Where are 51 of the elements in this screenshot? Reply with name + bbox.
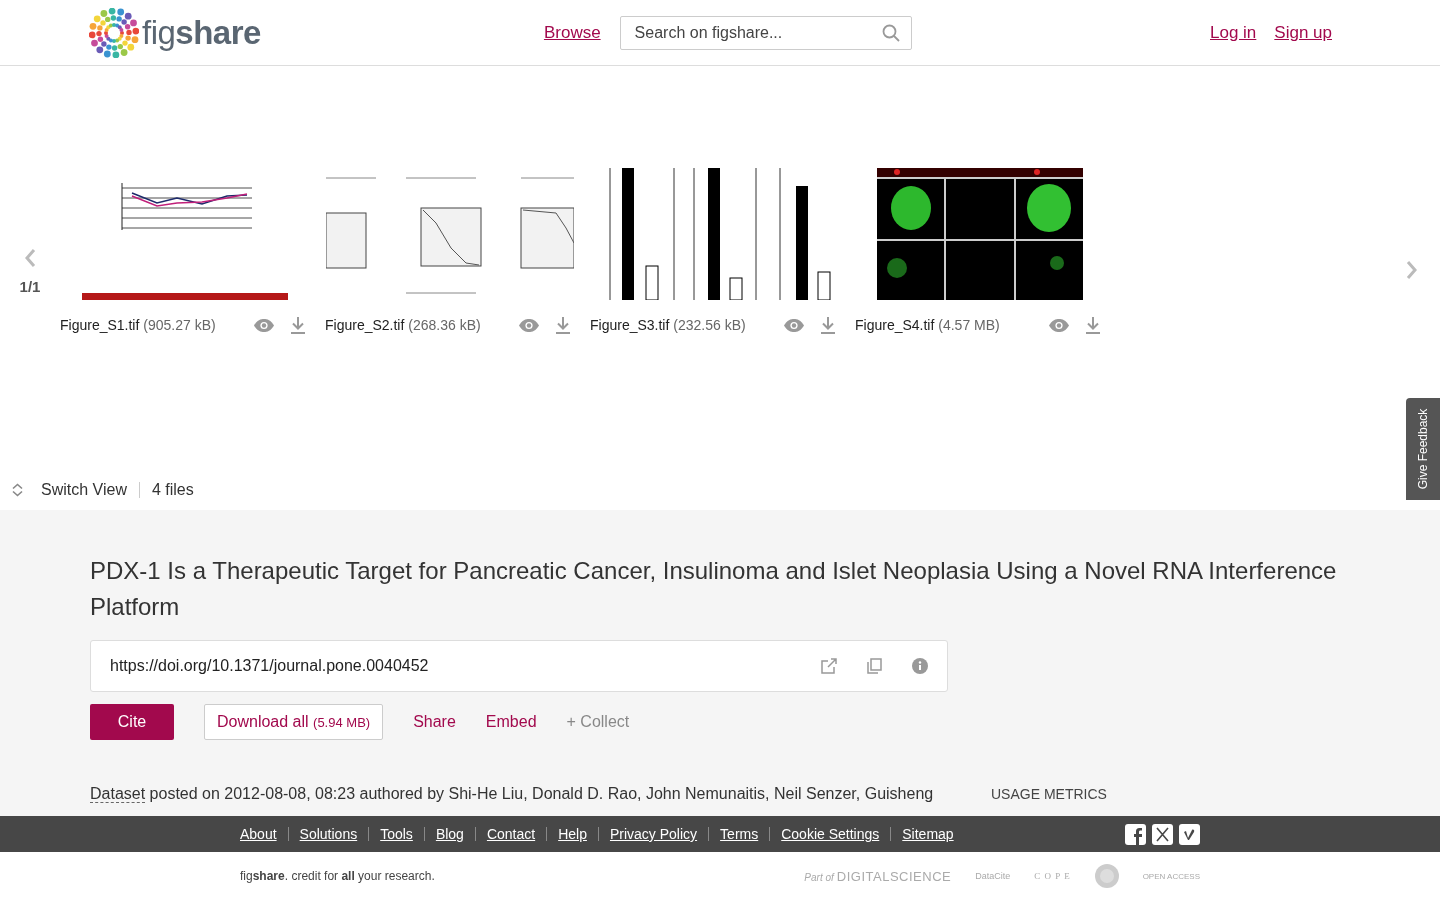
download-all-button[interactable]: Download all (5.94 MB) — [204, 704, 384, 740]
auth-link[interactable]: Log in — [1210, 22, 1257, 43]
feedback-tab[interactable]: Give Feedback — [1406, 398, 1440, 500]
tagline: figshare. credit for all your research. — [240, 869, 435, 883]
action-link[interactable]: Share — [413, 713, 456, 731]
doi-field[interactable]: https://doi.org/10.1371/journal.pone.0040452 — [90, 640, 948, 692]
cite-button[interactable]: Cite — [90, 704, 174, 740]
byline: Dataset posted on 2012-08-08, 08:23 authored by Shi-He Liu, Donald D. Rao, John Nemunaitis, Neil Senzer, Guisheng — [90, 784, 935, 805]
footer-link[interactable]: Contact — [486, 826, 536, 842]
download-icon[interactable] — [290, 316, 306, 334]
search-icon[interactable] — [881, 23, 900, 42]
auth-link[interactable]: Sign up — [1274, 22, 1332, 43]
eye-icon[interactable] — [784, 318, 804, 332]
eye-icon[interactable] — [519, 318, 539, 332]
footer-link[interactable]: Cookie Settings — [781, 826, 880, 842]
footer-link[interactable]: Sitemap — [902, 826, 954, 842]
copy-icon[interactable] — [867, 658, 882, 674]
footer-link[interactable]: Solutions — [299, 826, 358, 842]
switch-view-button[interactable]: Switch View — [41, 481, 127, 499]
file-name[interactable]: Figure_S1.tif (905.27 kB) — [60, 317, 216, 333]
footer-link[interactable]: Help — [558, 826, 587, 842]
page-indicator: 1/1 — [19, 278, 41, 295]
item-title: PDX-1 Is a Therapeutic Target for Pancreatic Cancer, Insulinoma and Islet Neoplasia Using a Novel RNA Interference Platform — [90, 556, 1338, 622]
logo-wordmark[interactable]: figshare — [142, 13, 261, 52]
vimeo-icon[interactable] — [1179, 823, 1200, 845]
footer-link[interactable]: About — [240, 826, 277, 842]
file-name[interactable]: Figure_S4.tif (4.57 MB) — [855, 317, 1000, 333]
file-name[interactable]: Figure_S3.tif (232.56 kB) — [590, 317, 746, 333]
file-count: 4 files — [151, 481, 194, 499]
search-field[interactable]: Search on figshare... — [619, 15, 912, 50]
x-social-icon[interactable] — [1152, 823, 1173, 845]
logo-icon[interactable] — [89, 7, 139, 58]
dataset-link[interactable]: Dataset — [90, 785, 146, 803]
download-icon[interactable] — [555, 316, 571, 334]
eye-icon[interactable] — [1049, 318, 1069, 332]
action-link[interactable]: Embed — [485, 713, 537, 731]
footer-link[interactable]: Tools — [380, 826, 413, 842]
footer-link[interactable]: Privacy Policy — [609, 826, 698, 842]
info-icon[interactable] — [912, 658, 928, 674]
download-icon[interactable] — [1085, 316, 1101, 334]
download-icon[interactable] — [820, 316, 836, 334]
footer-link[interactable]: Terms — [720, 826, 759, 842]
switch-view-icon[interactable] — [11, 483, 24, 497]
external-link-icon[interactable] — [821, 658, 837, 674]
browse-link[interactable]: Browse — [543, 22, 601, 43]
file-name[interactable]: Figure_S2.tif (268.36 kB) — [325, 317, 481, 333]
seal-icon[interactable] — [1094, 864, 1119, 888]
footer-link[interactable]: Blog — [435, 826, 464, 842]
facebook-icon[interactable] — [1125, 823, 1146, 845]
usage-metrics-heading: USAGE METRICS — [991, 785, 1107, 804]
eye-icon[interactable] — [254, 318, 274, 332]
